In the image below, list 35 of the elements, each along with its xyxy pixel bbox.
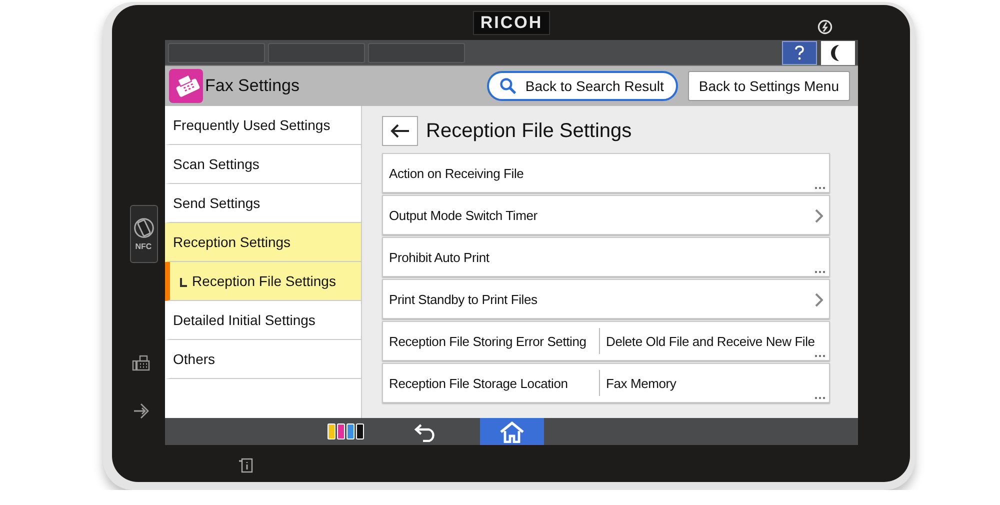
setting-row[interactable]: Reception File Storing Error Setting Delete Old File and Receive New File [382, 321, 830, 361]
back-button[interactable] [382, 116, 418, 146]
setting-row[interactable]: Action on Receiving File [382, 153, 830, 193]
help-button[interactable] [782, 40, 817, 64]
fax-icon[interactable] [132, 355, 150, 371]
phone-icon [132, 217, 154, 239]
setting-row[interactable]: Prohibit Auto Print [382, 237, 830, 277]
home-icon [499, 420, 525, 442]
brand-logo: RICOH [473, 10, 550, 34]
sidebar-item[interactable]: Detailed Initial Settings [165, 301, 361, 340]
back-arrow-icon [390, 124, 410, 138]
info-icon[interactable] [238, 457, 254, 473]
login-icon[interactable] [132, 402, 150, 420]
sidebar-item[interactable]: Reception Settings [165, 223, 361, 262]
chevron-icon [815, 293, 823, 307]
screen-title: Fax Settings [205, 76, 300, 96]
nfc-label: NFC [135, 242, 152, 251]
sidebar-item[interactable]: Frequently Used Settings [165, 106, 361, 145]
search-icon [499, 77, 518, 95]
chevron-icon [815, 209, 823, 223]
setting-row[interactable]: Print Standby to Print Files [382, 279, 830, 319]
fax-icon [169, 69, 203, 103]
sidebar-item[interactable]: Scan Settings [165, 145, 361, 184]
panel-title: Reception File Settings [426, 120, 632, 142]
search-result-button[interactable]: Back to Search Result [487, 71, 678, 101]
sidebar-item[interactable]: Reception File Settings [165, 262, 361, 301]
home-button[interactable] [480, 418, 544, 445]
toner-icon[interactable] [327, 423, 365, 440]
settings-menu-button[interactable]: Back to Settings Menu [688, 71, 850, 101]
sidebar-item[interactable]: Others [165, 340, 361, 379]
setting-row[interactable]: Reception File Storage Location Fax Memory [382, 363, 830, 403]
power-icon [817, 18, 833, 34]
tree-branch-icon [180, 278, 187, 286]
setting-row[interactable]: Output Mode Switch Timer [382, 195, 830, 235]
energy-saver-button[interactable] [821, 40, 855, 64]
